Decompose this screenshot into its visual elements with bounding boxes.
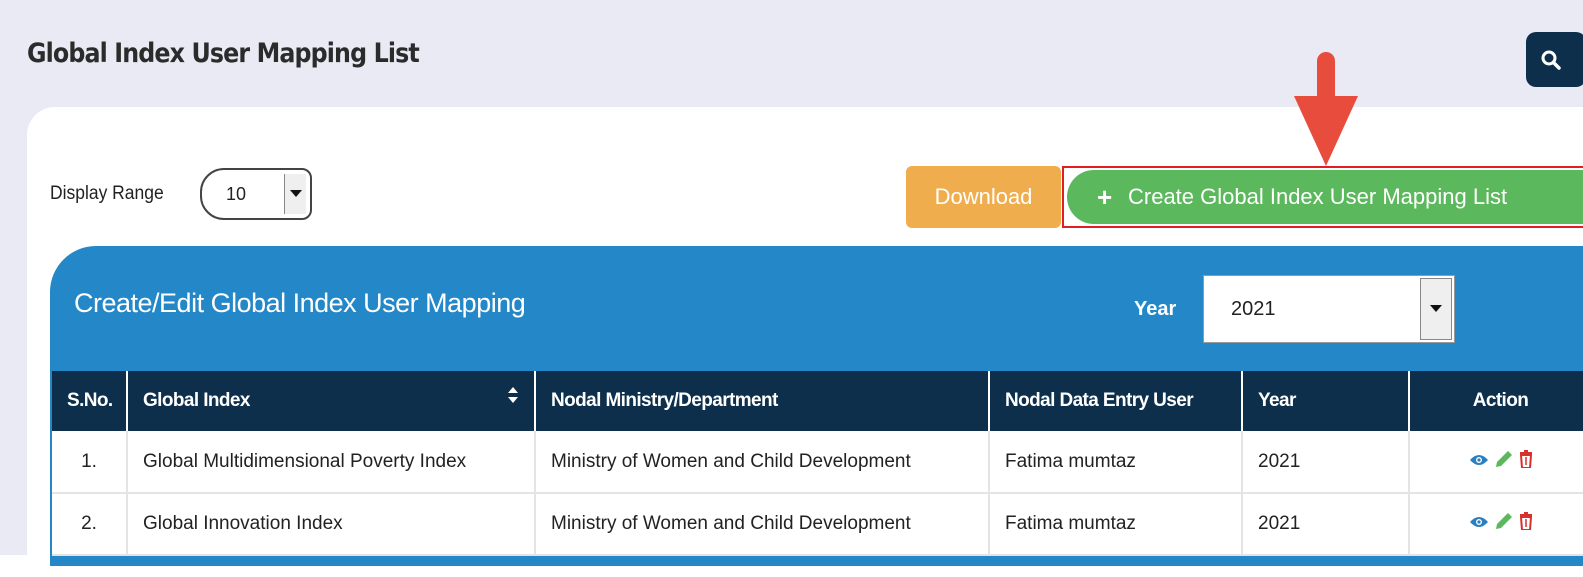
chevron-down-icon[interactable] xyxy=(1420,278,1452,340)
column-header-user: Nodal Data Entry User xyxy=(989,371,1243,431)
cell-actions xyxy=(1409,431,1583,494)
trash-icon[interactable] xyxy=(1519,449,1533,474)
arrow-annotation xyxy=(1290,52,1362,175)
table-header-row: S.No. Global Index Nodal Ministry/Depart… xyxy=(52,371,1583,431)
chevron-down-icon[interactable] xyxy=(284,174,306,214)
display-range-select[interactable]: 10 xyxy=(200,168,312,220)
cell-ministry: Ministry of Women and Child Development xyxy=(535,431,990,494)
cell-global-index: Global Innovation Index xyxy=(127,493,536,556)
cell-global-index: Global Multidimensional Poverty Index xyxy=(127,431,536,494)
search-button[interactable] xyxy=(1526,32,1583,87)
pencil-icon[interactable] xyxy=(1495,450,1513,474)
download-button[interactable]: Download xyxy=(906,166,1061,228)
column-header-ministry: Nodal Ministry/Department xyxy=(535,371,990,431)
column-header-action: Action xyxy=(1409,371,1583,431)
year-select-value: 2021 xyxy=(1231,298,1276,320)
cell-ministry: Ministry of Women and Child Development xyxy=(535,493,990,556)
column-header-label: Global Index xyxy=(143,390,250,411)
cell-sno: 1. xyxy=(52,431,128,494)
panel-title: Create/Edit Global Index User Mapping xyxy=(74,288,526,318)
column-header-year: Year xyxy=(1242,371,1410,431)
cell-sno: 2. xyxy=(52,493,128,556)
cell-year: 2021 xyxy=(1242,493,1410,556)
cell-user: Fatima mumtaz xyxy=(989,493,1243,556)
year-select[interactable]: 2021 xyxy=(1203,275,1455,343)
mapping-table: S.No. Global Index Nodal Ministry/Depart… xyxy=(52,371,1583,556)
table-row: 2. Global Innovation Index Ministry of W… xyxy=(52,493,1583,556)
eye-icon[interactable] xyxy=(1469,513,1489,535)
trash-icon[interactable] xyxy=(1519,512,1533,536)
column-header-sno: S.No. xyxy=(52,371,128,431)
table-row: 1. Global Multidimensional Poverty Index… xyxy=(52,431,1583,494)
eye-icon[interactable] xyxy=(1469,451,1489,473)
cell-year: 2021 xyxy=(1242,431,1410,494)
sort-icon[interactable] xyxy=(508,387,518,409)
year-label: Year xyxy=(1134,298,1177,320)
display-range-value: 10 xyxy=(226,184,247,204)
cell-user: Fatima mumtaz xyxy=(989,431,1243,494)
column-header-global-index[interactable]: Global Index xyxy=(127,371,536,431)
cell-actions xyxy=(1409,493,1583,556)
pencil-icon[interactable] xyxy=(1495,512,1513,536)
display-range-label: Display Range xyxy=(50,183,164,204)
page-title: Global Index User Mapping List xyxy=(27,38,420,69)
highlight-box xyxy=(1062,166,1583,228)
